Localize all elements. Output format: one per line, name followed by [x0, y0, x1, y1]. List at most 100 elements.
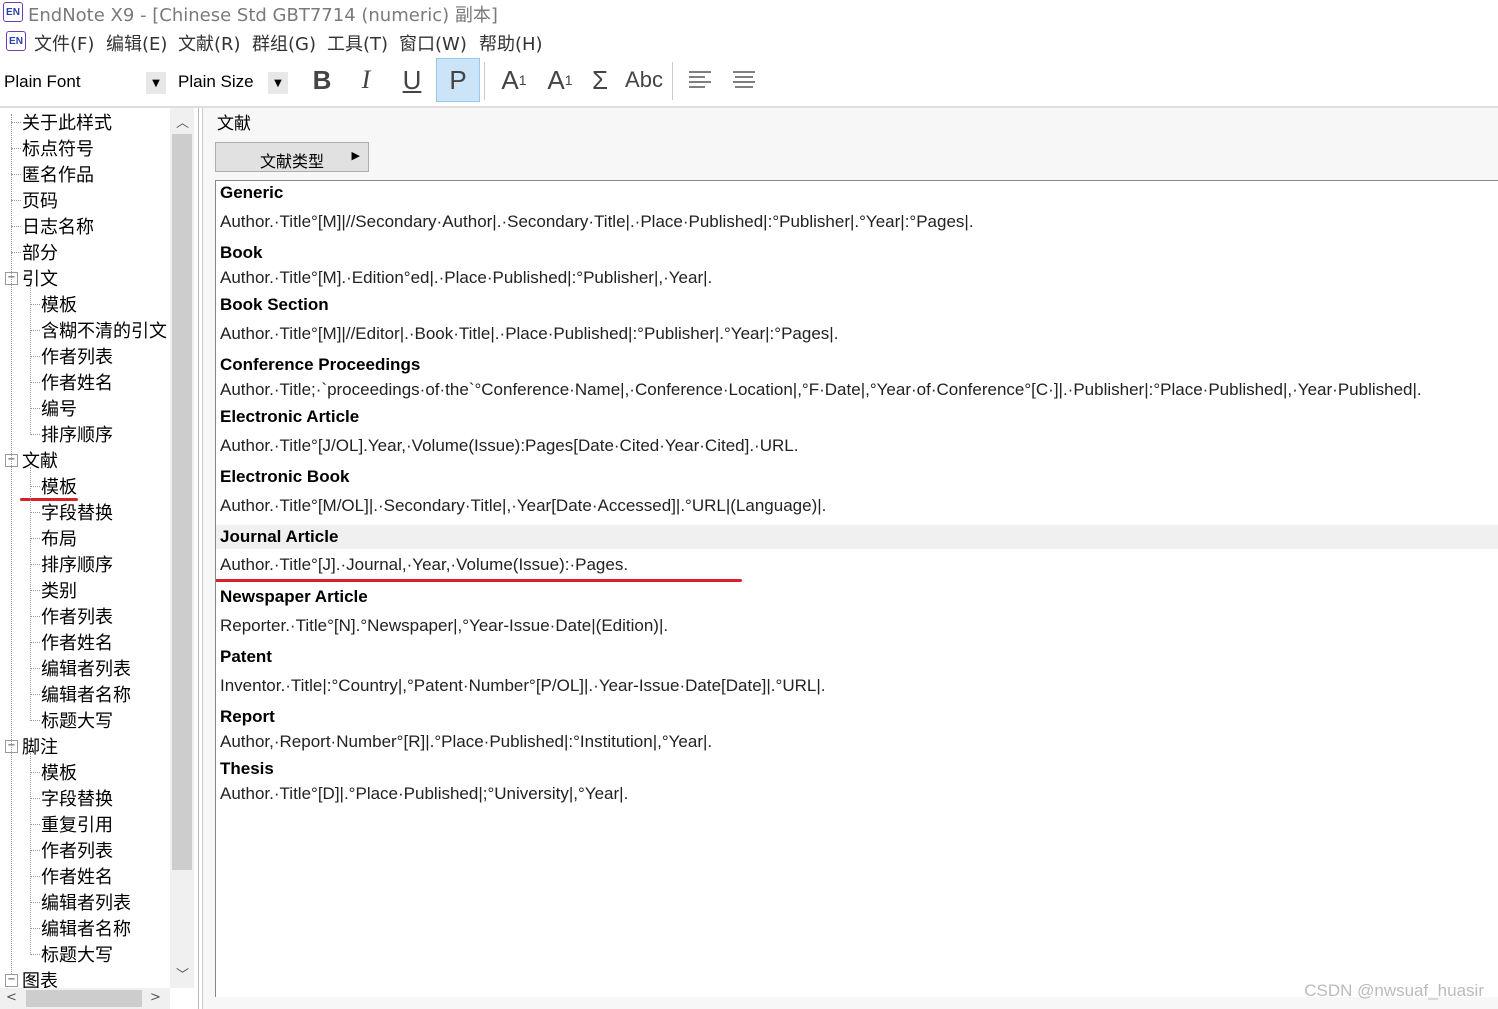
- subscript-label: A: [547, 64, 565, 95]
- reference-type-heading: Book: [220, 243, 263, 262]
- tree-item[interactable]: 布局: [41, 525, 77, 551]
- tree-item[interactable]: 编辑者名称: [41, 681, 131, 707]
- template-line[interactable]: Author.·Title°[M].·Edition°ed|.·Place·Pu…: [220, 268, 712, 288]
- scrollbar-thumb[interactable]: [172, 134, 192, 870]
- plain-button[interactable]: P: [436, 58, 480, 102]
- tree-item[interactable]: 编辑者名称: [41, 915, 131, 941]
- tree-connector: [30, 486, 40, 487]
- menu-bar: EN 文件(F) 编辑(E) 文献(R) 群组(G) 工具(T) 窗口(W) 帮…: [0, 28, 1498, 56]
- endnote-menu-icon[interactable]: EN: [6, 31, 26, 51]
- italic-button[interactable]: I: [344, 58, 388, 102]
- tree-group[interactable]: 引文: [22, 265, 58, 291]
- tree-connector: [30, 954, 40, 955]
- small-caps-button[interactable]: Abc: [622, 58, 666, 102]
- bold-button[interactable]: B: [300, 58, 344, 102]
- tree-item[interactable]: 标题大写: [41, 941, 113, 967]
- tree-item[interactable]: 作者姓名: [41, 629, 113, 655]
- template-line[interactable]: Author.·Title°[J/OL].Year,·Volume(Issue)…: [220, 436, 798, 456]
- endnote-app-icon: EN: [3, 2, 23, 22]
- tree-item[interactable]: 编辑者列表: [41, 655, 131, 681]
- tree-item[interactable]: 模板: [41, 473, 77, 499]
- template-line[interactable]: Author.·Title°[D]|.°Place·Published|;°Un…: [220, 784, 628, 804]
- tree-connector: [11, 122, 21, 123]
- scrollbar-thumb[interactable]: [26, 990, 142, 1007]
- tree-item[interactable]: 标题大写: [41, 707, 113, 733]
- tree-item[interactable]: 作者列表: [41, 603, 113, 629]
- underline-button[interactable]: U: [390, 58, 434, 102]
- chevron-down-icon[interactable]: ▼: [268, 72, 288, 94]
- tree-item[interactable]: 重复引用: [41, 811, 113, 837]
- reference-type-button[interactable]: 文献类型 ▶: [215, 142, 369, 172]
- tree-connector: [11, 174, 21, 175]
- menu-tools[interactable]: 工具(T): [327, 30, 388, 56]
- tree-item[interactable]: 排序顺序: [41, 421, 113, 447]
- template-line[interactable]: Author.·Title°[M/OL]|.·Secondary·Title|,…: [220, 496, 826, 516]
- symbol-button[interactable]: Σ: [578, 58, 622, 102]
- font-select[interactable]: Plain Font ▼: [0, 70, 168, 96]
- size-select[interactable]: Plain Size ▼: [174, 70, 290, 96]
- tree-vertical-scrollbar[interactable]: ︿ ﹀: [170, 108, 194, 988]
- chevron-right-icon[interactable]: >: [150, 990, 161, 1005]
- superscript-mark: 1: [518, 72, 527, 88]
- reference-type-heading: Generic: [220, 183, 284, 202]
- menu-window[interactable]: 窗口(W): [399, 30, 467, 56]
- tree-connector: [30, 642, 40, 643]
- template-line[interactable]: Reporter.·Title°[N].°Newspaper|,°Year-Is…: [220, 616, 668, 636]
- tree-connector: [30, 720, 40, 721]
- superscript-button[interactable]: A1: [492, 58, 536, 102]
- tree-item[interactable]: 含糊不清的引文: [41, 317, 167, 343]
- chevron-down-icon[interactable]: ▼: [146, 72, 166, 94]
- template-line[interactable]: Inventor.·Title|:°Country|,°Patent·Numbe…: [220, 676, 825, 696]
- align-left-button[interactable]: [678, 58, 722, 102]
- tree-item[interactable]: 字段替换: [41, 499, 113, 525]
- template-line[interactable]: Author.·Title;·`proceedings·of·the`°Conf…: [220, 380, 1422, 400]
- tree-group[interactable]: 脚注: [22, 733, 58, 759]
- tree-connector: [30, 356, 40, 357]
- tree-item[interactable]: 标点符号: [22, 135, 94, 161]
- subscript-mark: 1: [564, 72, 573, 88]
- tree-connector: [30, 512, 40, 513]
- tree-item[interactable]: 页码: [22, 187, 58, 213]
- tree-item[interactable]: 关于此样式: [22, 109, 112, 135]
- tree-item[interactable]: 字段替换: [41, 785, 113, 811]
- subscript-button[interactable]: A1: [538, 58, 582, 102]
- chevron-left-icon[interactable]: <: [6, 990, 17, 1005]
- tree-item[interactable]: 编辑者列表: [41, 889, 131, 915]
- tree-item[interactable]: 作者列表: [41, 343, 113, 369]
- tree-item[interactable]: 编号: [41, 395, 77, 421]
- chevron-up-icon[interactable]: ︿: [176, 112, 189, 131]
- tree-connector: [30, 798, 40, 799]
- menu-references[interactable]: 文献(R): [178, 30, 241, 56]
- template-editor[interactable]: Generic Author.·Title°[M]|//Secondary·Aut…: [215, 180, 1498, 997]
- tree-item[interactable]: 模板: [41, 291, 77, 317]
- tree-item[interactable]: 作者姓名: [41, 369, 113, 395]
- menu-groups[interactable]: 群组(G): [252, 30, 316, 56]
- tree-item[interactable]: 作者列表: [41, 837, 113, 863]
- tree-item[interactable]: 部分: [22, 239, 58, 265]
- menu-file[interactable]: 文件(F): [34, 30, 94, 56]
- font-select-value: Plain Font: [4, 72, 81, 91]
- reference-type-heading: Report: [220, 707, 275, 726]
- template-line[interactable]: Author.·Title°[M]|//Secondary·Author|.·S…: [220, 212, 974, 232]
- template-line[interactable]: Author.·Title°[M]|//Editor|.·Book·Title|…: [220, 324, 838, 344]
- template-line[interactable]: Author.·Title°[J].·Journal,·Year,·Volume…: [220, 555, 628, 575]
- align-justify-button[interactable]: [722, 58, 766, 102]
- menu-help[interactable]: 帮助(H): [479, 30, 543, 56]
- chevron-down-icon[interactable]: ﹀: [176, 964, 189, 983]
- tree-horizontal-scrollbar[interactable]: < >: [0, 988, 170, 1009]
- annotation-underline: [216, 579, 742, 582]
- tree-item[interactable]: 匿名作品: [22, 161, 94, 187]
- tree-item[interactable]: 作者姓名: [41, 863, 113, 889]
- tree-item[interactable]: 日志名称: [22, 213, 94, 239]
- reference-type-heading: Journal Article: [220, 527, 339, 546]
- tree-item[interactable]: 类别: [41, 577, 77, 603]
- reference-type-heading: Electronic Article: [220, 407, 360, 426]
- tree-item[interactable]: 模板: [41, 759, 77, 785]
- tree-connector: [30, 590, 40, 591]
- tree-group[interactable]: 文献: [22, 447, 58, 473]
- collapse-toggle-icon[interactable]: −: [5, 974, 18, 987]
- template-line[interactable]: Author,·Report·Number°[R]|.°Place·Publis…: [220, 732, 712, 752]
- tree-item[interactable]: 排序顺序: [41, 551, 113, 577]
- menu-edit[interactable]: 编辑(E): [106, 30, 167, 56]
- reference-type-heading: Conference Proceedings: [220, 355, 421, 374]
